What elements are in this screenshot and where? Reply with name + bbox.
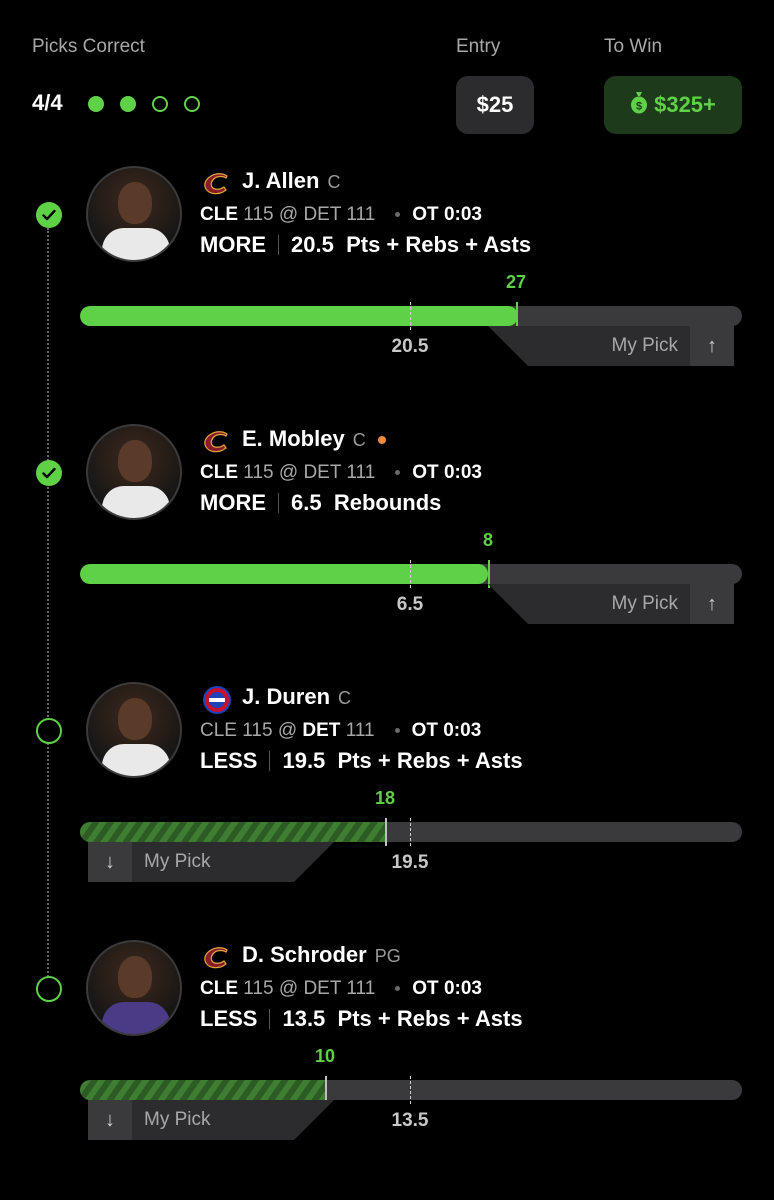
to-win-amount: $325+ — [654, 92, 716, 117]
my-pick-tag[interactable]: ↓ My Pick — [88, 1100, 334, 1140]
actual-value: 18 — [374, 788, 396, 808]
progress-track — [80, 564, 742, 584]
player-position: PG — [374, 946, 401, 966]
actual-value: 27 — [505, 272, 527, 292]
progress-track — [80, 1080, 742, 1100]
progress-fill — [80, 1080, 326, 1100]
game-info: CLE 115 @ DET 111 OT 0:03 — [200, 204, 482, 225]
game-info: CLE 115 @ DET 111 OT 0:03 — [200, 720, 482, 741]
player-name: J. Duren C — [242, 684, 352, 709]
pick-card[interactable]: J. Allen C CLE 115 @ DET 111 OT 0:03 MORE 2… — [0, 166, 774, 406]
arrow-down-icon: ↓ — [88, 842, 132, 882]
game-info: CLE 115 @ DET 111 OT 0:03 — [200, 978, 482, 999]
pick-line: LESS 19.5 Pts + Rebs + Asts — [200, 748, 523, 773]
to-win-label: To Win — [604, 36, 663, 57]
my-pick-tag[interactable]: My Pick ↑ — [488, 584, 734, 624]
entry-amount: $25 — [456, 76, 534, 134]
to-win-badge: $ $325+ — [604, 76, 742, 134]
player-name: E. Mobley C — [242, 426, 386, 452]
actual-marker — [516, 302, 518, 330]
line-marker — [410, 818, 411, 846]
progress-fill — [80, 306, 518, 326]
arrow-up-icon: ↑ — [690, 584, 734, 624]
actual-value: 8 — [482, 530, 494, 550]
player-avatar — [86, 682, 182, 778]
line-value: 19.5 — [391, 852, 429, 873]
line-value: 20.5 — [391, 336, 429, 357]
my-pick-tag[interactable]: My Pick ↑ — [488, 326, 734, 366]
game-info: CLE 115 @ DET 111 OT 0:03 — [200, 462, 482, 483]
arrow-down-icon: ↓ — [88, 1100, 132, 1140]
pick-line: LESS 13.5 Pts + Rebs + Asts — [200, 1006, 523, 1031]
line-marker — [410, 1076, 411, 1104]
actual-marker — [385, 818, 387, 846]
pick-card[interactable]: J. Duren C CLE 115 @ DET 111 OT 0:03 LESS 1… — [0, 682, 774, 922]
player-position: C — [327, 172, 341, 192]
my-pick-tag[interactable]: ↓ My Pick — [88, 842, 334, 882]
pick-card[interactable]: E. Mobley C CLE 115 @ DET 111 OT 0:03 MORE… — [0, 424, 774, 664]
player-position: C — [352, 430, 366, 450]
actual-value: 10 — [314, 1046, 336, 1066]
line-value: 13.5 — [391, 1110, 429, 1131]
pick-card[interactable]: D. Schroder PG CLE 115 @ DET 111 OT 0:03 L… — [0, 940, 774, 1180]
progress-dot-4 — [184, 96, 200, 112]
line-marker — [410, 302, 411, 330]
picks-correct-label: Picks Correct — [32, 36, 145, 57]
progress-track — [80, 822, 742, 842]
pistons-logo-icon — [200, 686, 234, 714]
player-name: J. Allen C — [242, 168, 341, 193]
cavaliers-logo-icon — [200, 944, 234, 972]
progress-track — [80, 306, 742, 326]
progress-fill — [80, 822, 386, 842]
actual-marker — [488, 560, 490, 588]
cavaliers-logo-icon — [200, 170, 234, 198]
cavaliers-logo-icon — [200, 428, 234, 456]
player-avatar — [86, 940, 182, 1036]
entry-label: Entry — [456, 36, 501, 57]
line-value: 6.5 — [396, 594, 424, 615]
progress-dot-1 — [88, 96, 104, 112]
pick-line: MORE 20.5 Pts + Rebs + Asts — [200, 232, 532, 257]
pick-line: MORE 6.5 Rebounds — [200, 490, 442, 515]
player-avatar — [86, 424, 182, 520]
player-avatar — [86, 166, 182, 262]
svg-text:$: $ — [636, 101, 642, 113]
actual-marker — [325, 1076, 327, 1104]
progress-fill — [80, 564, 488, 584]
player-name: D. Schroder PG — [242, 942, 401, 967]
money-bag-icon: $ — [630, 90, 648, 120]
player-position: C — [338, 688, 352, 708]
arrow-up-icon: ↑ — [690, 326, 734, 366]
picks-score: 4/4 — [32, 90, 63, 115]
line-marker — [410, 560, 411, 588]
progress-dot-2 — [120, 96, 136, 112]
progress-dot-3 — [152, 96, 168, 112]
alert-dot-icon — [377, 436, 386, 445]
